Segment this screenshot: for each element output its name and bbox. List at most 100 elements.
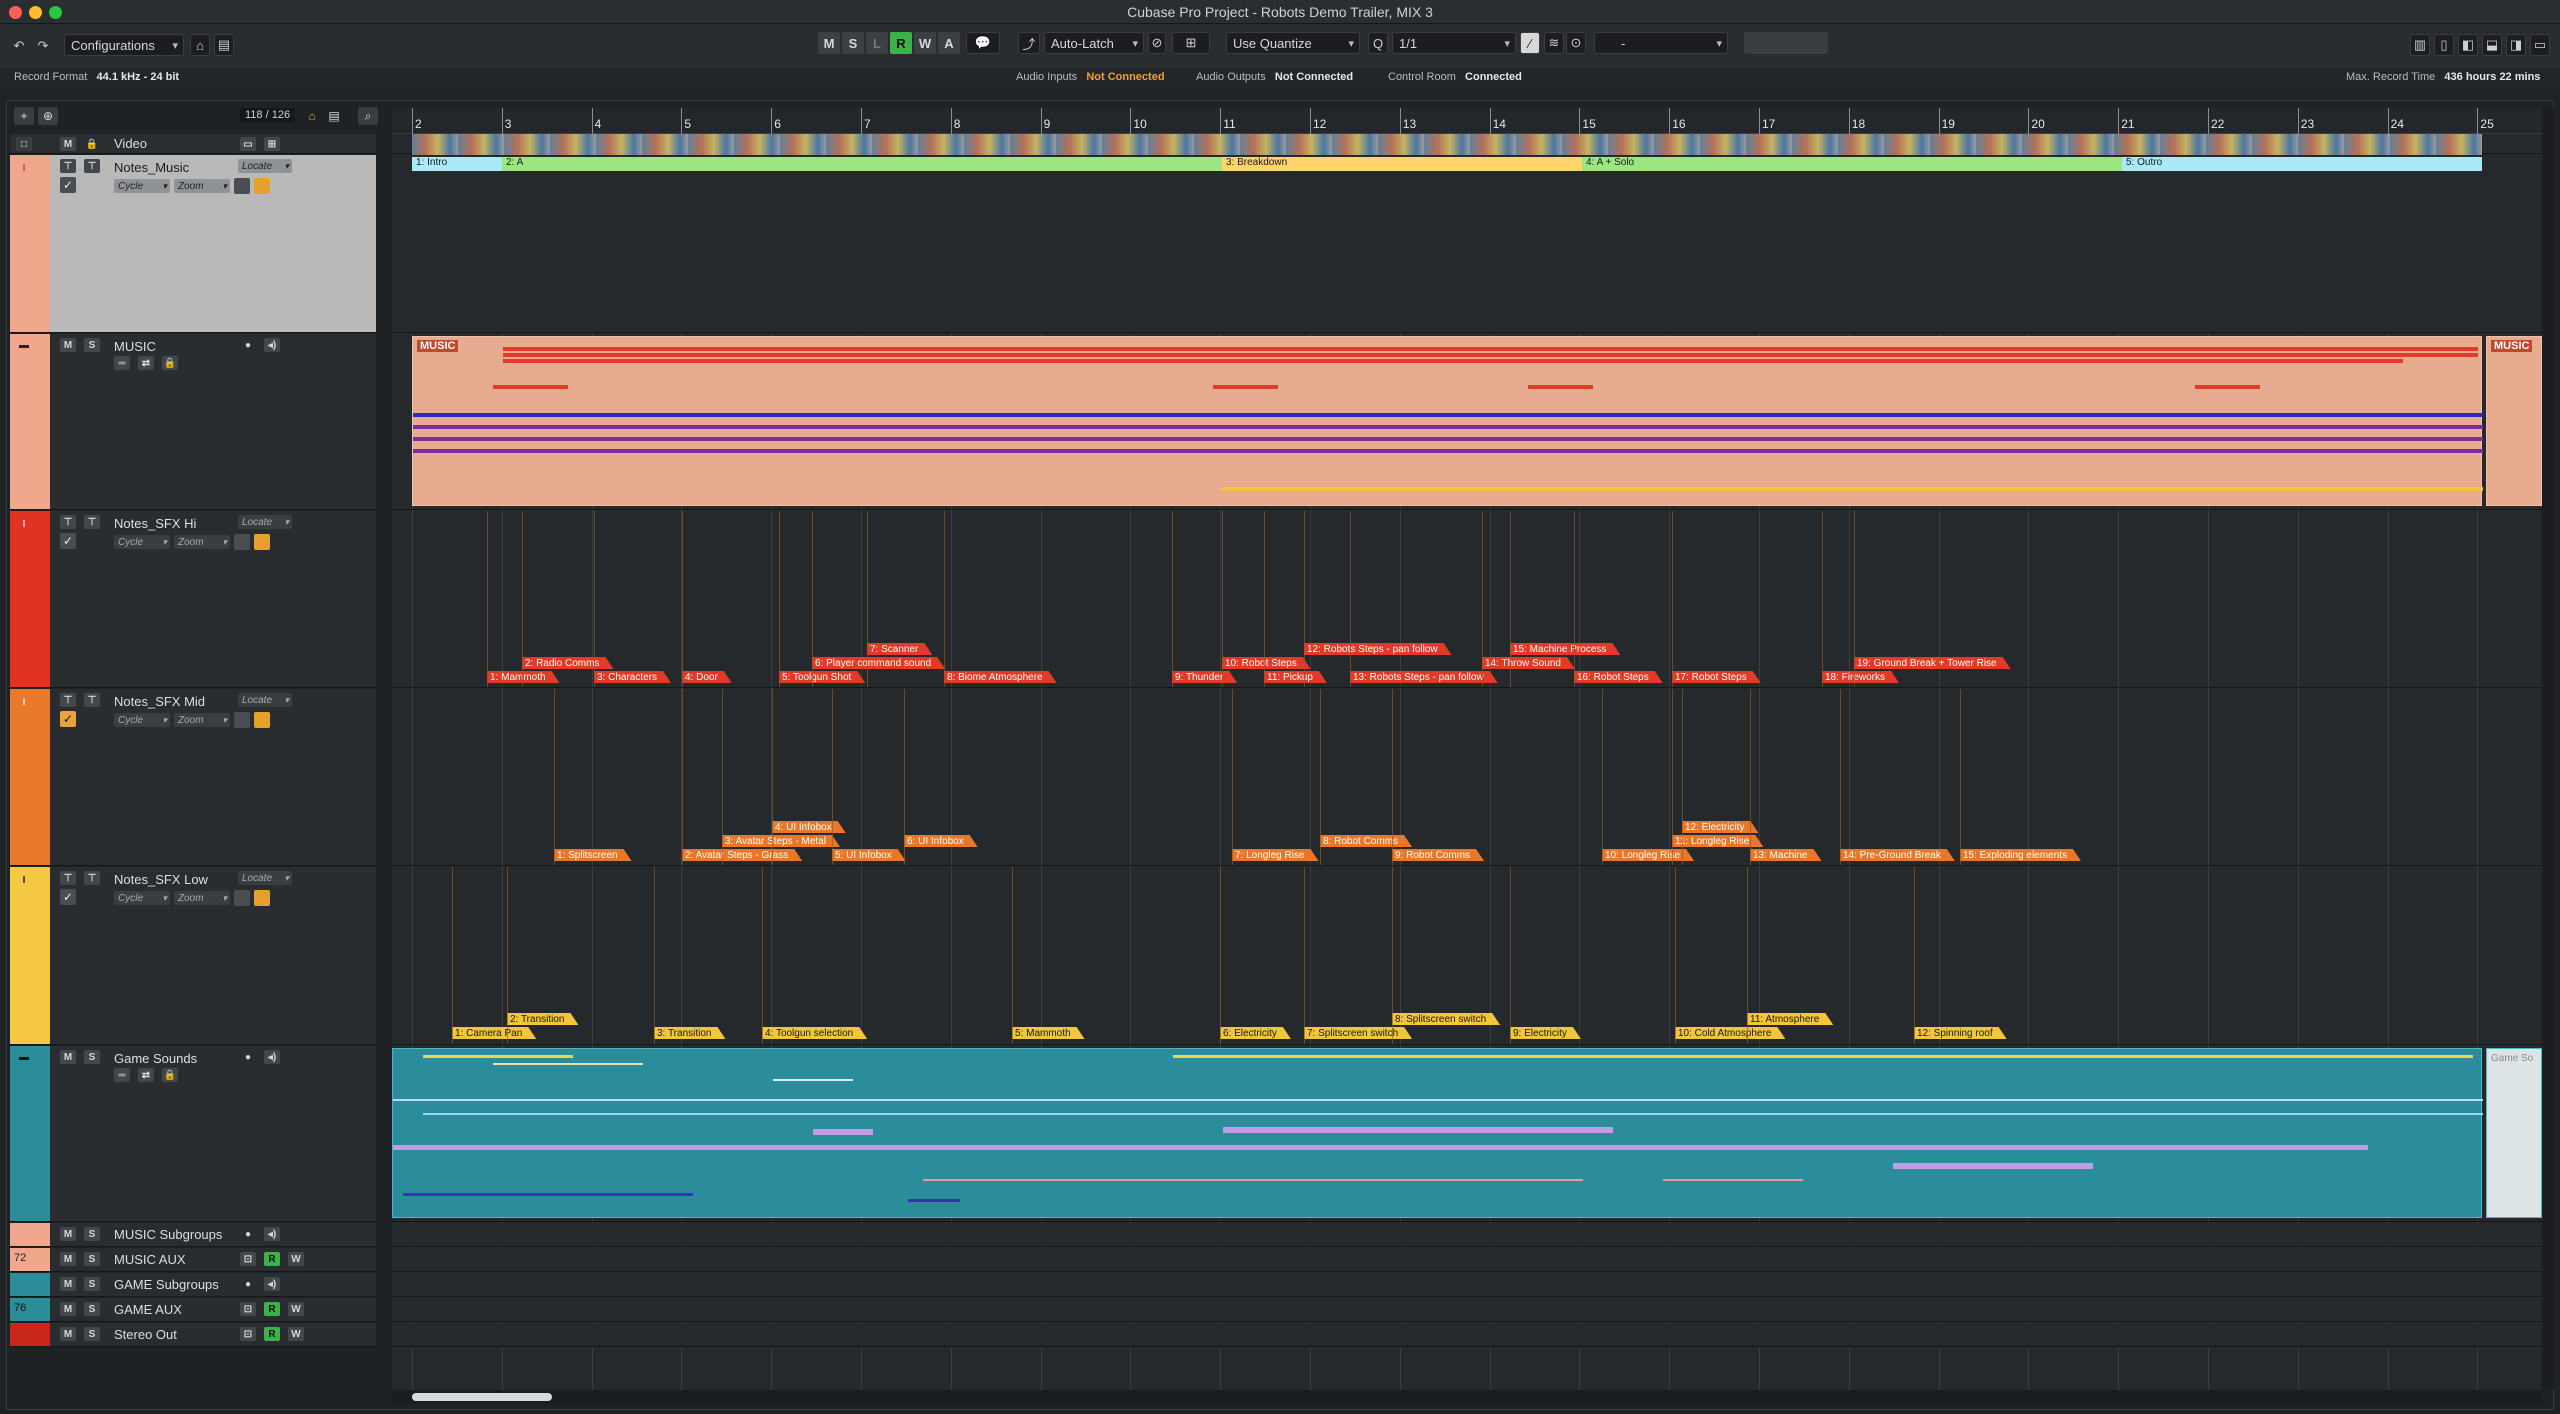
- game-subgroups-monitor-icon[interactable]: ◂): [264, 1277, 280, 1291]
- audio-outputs-info[interactable]: Audio Outputs Not Connected: [1196, 71, 1353, 83]
- record-format-info[interactable]: Record Format 44.1 kHz - 24 bit: [14, 71, 179, 83]
- marker-flag[interactable]: 7: Longleg Rise: [1232, 849, 1319, 861]
- video-thumbnails-icon[interactable]: ▭: [240, 137, 256, 151]
- video-mute-button[interactable]: M: [60, 137, 76, 151]
- track-presets-icon[interactable]: ⊕: [38, 107, 58, 125]
- marker-flag[interactable]: 3: Characters: [594, 671, 671, 683]
- music-solo-button[interactable]: S: [84, 338, 100, 352]
- game-subgroups-solo-button[interactable]: S: [84, 1277, 100, 1291]
- marker-flag[interactable]: 11: Pickup: [1264, 671, 1327, 683]
- folder-icon[interactable]: ▬: [16, 1050, 32, 1064]
- home-icon[interactable]: ⌂: [190, 34, 210, 56]
- nudge-dropdown[interactable]: -: [1594, 32, 1728, 54]
- marker-flag[interactable]: 5: UI Infobox: [832, 849, 906, 861]
- game-sounds-lanes-icon[interactable]: ═: [114, 1068, 130, 1082]
- track-game-sounds-folder[interactable]: ▬ M S Game Sounds ● ◂) ═ ⇄ 🔒: [10, 1046, 376, 1222]
- marker-flag[interactable]: 14: Pre-Ground Break: [1840, 849, 1955, 861]
- game-aux-solo-button[interactable]: S: [84, 1302, 100, 1316]
- music-part[interactable]: MUSIC: [412, 336, 2483, 506]
- music-subgroups-mute-button[interactable]: M: [60, 1227, 76, 1241]
- track-visibility-icon[interactable]: ⌂: [302, 107, 322, 125]
- marker-flag[interactable]: 7: Splitscreen switch: [1304, 1027, 1412, 1039]
- marker-flag[interactable]: 2: Radio Comms: [522, 657, 613, 669]
- notes-music-edit-icon[interactable]: [254, 178, 270, 194]
- notes-music-lock-icon[interactable]: [234, 178, 250, 194]
- undo-icon[interactable]: ↶: [10, 35, 28, 57]
- notes-music-cycle-dropdown[interactable]: Cycle: [114, 179, 170, 193]
- music-aux-read-button[interactable]: R: [264, 1252, 280, 1266]
- snap-type-icon[interactable]: ⊞: [1172, 32, 1210, 54]
- solo-all-button[interactable]: S: [842, 32, 864, 54]
- mute-all-button[interactable]: M: [818, 32, 840, 54]
- game-subgroups-lane[interactable]: [392, 1273, 2542, 1297]
- marker-flag[interactable]: 6: UI Infobox: [904, 835, 978, 847]
- timeline-ruler[interactable]: 2 3 4 5 6 7 8 9 10 11 12 13 14 15 16 17 18 19 20 21 22 23 24 25: [392, 108, 2542, 134]
- marker-flag[interactable]: 5: Mammoth: [1012, 1027, 1085, 1039]
- track-stereo-out[interactable]: M S Stereo Out ⊡ R W: [10, 1323, 376, 1347]
- suspend-icon[interactable]: ⊘: [1148, 32, 1166, 54]
- music-aux-write-button[interactable]: W: [288, 1252, 304, 1266]
- quantize-icon[interactable]: Q: [1368, 32, 1388, 54]
- marker-flag[interactable]: 6: Electricity: [1220, 1027, 1291, 1039]
- marker-flag[interactable]: 1: Camera Pan: [452, 1027, 536, 1039]
- folder-icon[interactable]: ▬: [16, 338, 32, 352]
- marker-flag[interactable]: 4: Toolgun selection: [762, 1027, 867, 1039]
- game-sounds-solo-button[interactable]: S: [84, 1050, 100, 1064]
- sfx-low-checkbox[interactable]: ✓: [60, 889, 76, 905]
- sfx-low-lock-icon[interactable]: [234, 890, 250, 906]
- marker-flag[interactable]: 4: UI Infobox: [772, 821, 846, 833]
- speech-icon[interactable]: 💬: [966, 32, 1000, 54]
- music-lanes-icon[interactable]: ═: [114, 356, 130, 370]
- game-sounds-lane[interactable]: Game So: [392, 1046, 2542, 1222]
- notes-music-zoom-dropdown[interactable]: Zoom: [174, 179, 230, 193]
- music-monitor-icon[interactable]: ◂): [264, 338, 280, 352]
- marker-flag[interactable]: 11: Atmosphere: [1747, 1013, 1833, 1025]
- marker-flag[interactable]: 1: Splitscreen: [554, 849, 632, 861]
- automation-mode-icon[interactable]: ⤴: [1018, 32, 1040, 54]
- quantize-setup-icon[interactable]: ≋: [1544, 32, 1564, 54]
- video-lane[interactable]: [392, 134, 2542, 156]
- marker-flag[interactable]: 12: Spinning roof: [1914, 1027, 2007, 1039]
- music-group-icon[interactable]: ⇄: [138, 356, 154, 370]
- layout-right-zone-icon[interactable]: ◨: [2506, 34, 2526, 56]
- arranger-section[interactable]: 2: A: [502, 157, 1222, 171]
- notes-music-checkbox[interactable]: ✓: [60, 177, 76, 193]
- marker-flag[interactable]: 6: Player command sound: [812, 657, 945, 669]
- game-sounds-part-2[interactable]: Game So: [2486, 1048, 2542, 1218]
- track-notes-sfx-mid[interactable]: I ⊤ ⊤ Notes_SFX Mid Locate ✓ Cycle Zoom: [10, 689, 376, 866]
- arranger-section[interactable]: 5: Outro: [2122, 157, 2482, 171]
- vertical-scrollbar[interactable]: [2542, 108, 2554, 1390]
- automation-panel-button[interactable]: A: [938, 32, 960, 54]
- marker-flag[interactable]: 18: Fireworks: [1822, 671, 1899, 683]
- notes-music-lane[interactable]: 1: Intro 2: A 3: Breakdown 4: A + Solo 5: Ou…: [392, 155, 2542, 333]
- game-aux-mute-button[interactable]: M: [60, 1302, 76, 1316]
- game-subgroups-mute-button[interactable]: M: [60, 1277, 76, 1291]
- add-track-icon[interactable]: +: [14, 107, 34, 125]
- sfx-hi-locate-dropdown[interactable]: Locate: [238, 515, 292, 529]
- stereo-out-lane[interactable]: [392, 1323, 2542, 1347]
- game-sounds-monitor-icon[interactable]: ◂): [264, 1050, 280, 1064]
- sfx-mid-checkbox[interactable]: ✓: [60, 711, 76, 727]
- control-room-info[interactable]: Control Room Connected: [1388, 71, 1522, 83]
- layout-transport-icon[interactable]: ▭: [2530, 34, 2550, 56]
- sfx-low-edit-icon[interactable]: [254, 890, 270, 906]
- sfx-hi-checkbox[interactable]: ✓: [60, 533, 76, 549]
- iterative-quantize-icon[interactable]: ⁄: [1520, 32, 1540, 54]
- sfx-hi-activate-button[interactable]: ⊤: [60, 515, 76, 529]
- stereo-out-solo-button[interactable]: S: [84, 1327, 100, 1341]
- sfx-mid-activate-button[interactable]: ⊤: [60, 693, 76, 707]
- game-aux-write-button[interactable]: W: [288, 1302, 304, 1316]
- game-sounds-record-icon[interactable]: ●: [240, 1050, 256, 1064]
- window-layout-icon[interactable]: ▤: [214, 34, 234, 56]
- track-notes-sfx-hi[interactable]: I ⊤ ⊤ Notes_SFX Hi Locate ✓ Cycle Zoom: [10, 511, 376, 688]
- quantize-mode-dropdown[interactable]: Use Quantize: [1226, 32, 1360, 54]
- stereo-out-write-button[interactable]: W: [288, 1327, 304, 1341]
- music-subgroups-solo-button[interactable]: S: [84, 1227, 100, 1241]
- quantize-value-dropdown[interactable]: 1/1: [1392, 32, 1516, 54]
- track-video[interactable]: □ M 🔒 Video ▭ ⊞: [10, 134, 376, 154]
- marker-flag[interactable]: 16: Robot Steps: [1574, 671, 1663, 683]
- arranger-section[interactable]: 3: Breakdown: [1222, 157, 1582, 171]
- game-aux-lane[interactable]: [392, 1298, 2542, 1322]
- video-frames-icon[interactable]: ⊞: [264, 137, 280, 151]
- game-sounds-part[interactable]: [392, 1048, 2483, 1218]
